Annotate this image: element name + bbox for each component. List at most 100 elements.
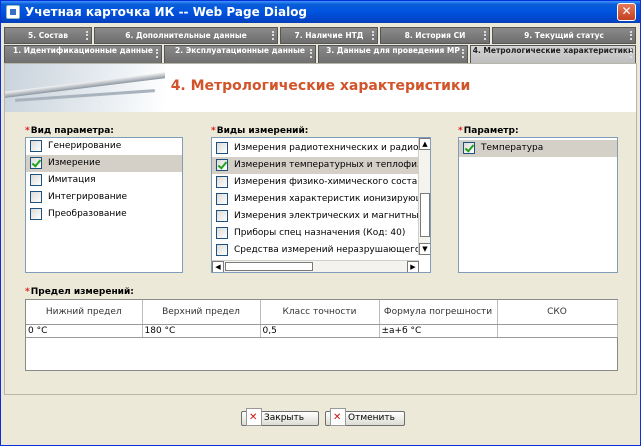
grip-icon [630, 49, 632, 58]
table-header-row: Нижний предел Верхний предел Класс точно… [26, 300, 618, 325]
list-item[interactable]: Температура [459, 140, 617, 157]
list-item-label: Измерения электрических и магнитных [234, 211, 418, 221]
table-cell[interactable]: 180 °C [142, 324, 261, 338]
checkbox[interactable] [216, 193, 228, 205]
tab-label: 6. Дополнительные данные [125, 31, 247, 40]
list-item[interactable]: Измерения радиотехнических и радиоэ [212, 140, 418, 157]
app-icon [6, 5, 20, 19]
required-star: * [25, 126, 30, 136]
list-item-label: Генерирование [48, 141, 122, 151]
list-item-label: Интегрирование [48, 192, 127, 202]
tab-history[interactable]: 8. История СИ [380, 27, 490, 44]
parameter-list[interactable]: Температура [458, 137, 618, 273]
tab-metrological[interactable]: 4. Метрологические характеристики [470, 45, 636, 65]
tab-label: 2. Эксплуатационные данные [175, 46, 305, 55]
dialog-window: Учетная карточка ИК -- Web Page Dialog ✕… [0, 0, 641, 446]
list-item-label: Измерение [48, 158, 101, 168]
scroll-down-icon[interactable]: ▼ [419, 243, 430, 255]
column-header[interactable]: Класс точности [260, 300, 380, 325]
title-bar[interactable]: Учетная карточка ИК -- Web Page Dialog ✕ [1, 1, 640, 23]
required-star: * [25, 287, 30, 297]
table-cell[interactable] [497, 324, 618, 338]
checkbox[interactable] [30, 157, 42, 169]
table-cell[interactable]: 0 °C [26, 324, 143, 338]
list-item[interactable]: Интегрирование [26, 189, 182, 206]
tab-label: 1. Идентификационные данные [13, 46, 153, 55]
required-star: * [458, 126, 463, 136]
limit-label-text: Предел измерений: [30, 287, 134, 297]
tab-label: 7. Наличие НТД [294, 31, 364, 40]
horizontal-scrollbar[interactable]: ◀ ▶ [212, 260, 419, 272]
scroll-thumb-horizontal[interactable] [225, 262, 313, 271]
vertical-scrollbar[interactable]: ▲ ▼ [418, 138, 430, 255]
scroll-left-icon[interactable]: ◀ [212, 261, 224, 272]
tab-identification[interactable]: 1. Идентификационные данные [4, 45, 162, 65]
param-kind-list[interactable]: Генерирование Измерение Имитация Интегри… [25, 137, 183, 273]
table-cell[interactable]: ±a+б °C [379, 324, 498, 338]
cancel-button[interactable]: Отменить [325, 408, 405, 426]
table-cell[interactable]: 0,5 [260, 324, 380, 338]
list-item[interactable]: Измерения физико-химического состав [212, 174, 418, 191]
checkbox[interactable] [30, 191, 42, 203]
tab-additional-data[interactable]: 6. Дополнительные данные [94, 27, 278, 44]
scroll-thumb-vertical[interactable] [420, 193, 430, 237]
close-button[interactable]: Закрыть [241, 408, 319, 426]
window-title: Учетная карточка ИК -- Web Page Dialog [25, 5, 308, 19]
checkbox[interactable] [216, 159, 228, 171]
close-window-button[interactable]: ✕ [617, 3, 636, 21]
list-item[interactable]: Преобразование [26, 206, 182, 223]
parameter-label: *Параметр: [458, 126, 519, 136]
close-doc-icon [246, 408, 262, 426]
tab-label: 8. История СИ [404, 31, 466, 40]
measure-kinds-items: Измерения радиотехнических и радиоэ Изме… [212, 140, 418, 259]
column-header[interactable]: Формула погрешности [379, 300, 498, 325]
grip-icon [156, 49, 158, 58]
scroll-up-icon[interactable]: ▲ [419, 138, 430, 150]
measure-kinds-list[interactable]: Измерения радиотехнических и радиоэ Изме… [211, 137, 431, 273]
grip-icon [630, 31, 632, 40]
cancel-button-label: Отменить [348, 413, 395, 423]
list-item[interactable]: Приборы спец назначения (Код: 40) [212, 225, 418, 242]
tab-operational[interactable]: 2. Эксплуатационные данные [164, 45, 316, 65]
close-button-label: Закрыть [264, 413, 305, 423]
grip-icon [484, 31, 486, 40]
list-item-label: Приборы спец назначения (Код: 40) [234, 228, 406, 238]
column-header[interactable]: Нижний предел [26, 300, 143, 325]
checkbox[interactable] [30, 208, 42, 220]
checkbox[interactable] [216, 244, 228, 256]
cancel-doc-icon [330, 408, 346, 426]
scroll-right-icon[interactable]: ▶ [407, 261, 419, 272]
tab-mr-data[interactable]: 3. Данные для проведения МР [318, 45, 468, 65]
list-item[interactable]: Средства измерений неразрушающего [212, 242, 418, 259]
checkbox[interactable] [463, 142, 475, 154]
list-item[interactable]: Измерения температурных и теплофиз [212, 157, 418, 174]
tab-current-status[interactable]: 9. Текущий статус [492, 27, 636, 44]
measure-kinds-label-text: Виды измерений: [216, 126, 309, 136]
limit-label: *Предел измерений: [25, 287, 134, 297]
table-row[interactable]: 0 °C 180 °C 0,5 ±a+б °C [26, 324, 618, 338]
grip-icon [372, 31, 374, 40]
tab-sostav[interactable]: 5. Состав [4, 27, 92, 44]
column-header[interactable]: СКО [497, 300, 618, 325]
list-item[interactable]: Измерения характеристик ионизирующ [212, 191, 418, 208]
param-kind-label: *Вид параметра: [25, 126, 114, 136]
list-item[interactable]: Измерение [26, 155, 182, 172]
checkbox[interactable] [216, 142, 228, 154]
list-item-label: Измерения характеристик ионизирующ [234, 194, 418, 204]
tab-ntd[interactable]: 7. Наличие НТД [280, 27, 378, 44]
list-item[interactable]: Генерирование [26, 138, 182, 155]
column-header[interactable]: Верхний предел [142, 300, 261, 325]
list-item[interactable]: Измерения электрических и магнитных [212, 208, 418, 225]
measure-kinds-label: *Виды измерений: [211, 126, 308, 136]
checkbox[interactable] [30, 174, 42, 186]
limit-grid[interactable]: Нижний предел Верхний предел Класс точно… [25, 299, 618, 371]
checkbox[interactable] [216, 227, 228, 239]
checkbox[interactable] [216, 210, 228, 222]
list-item[interactable]: Имитация [26, 172, 182, 189]
tab-label: 4. Метрологические характеристики [472, 46, 634, 55]
checkbox[interactable] [30, 140, 42, 152]
tab-label: 3. Данные для проведения МР [326, 46, 460, 55]
list-item-label: Измерения температурных и теплофиз [234, 160, 418, 170]
checkbox[interactable] [216, 176, 228, 188]
limit-table: Нижний предел Верхний предел Класс точно… [26, 300, 618, 338]
